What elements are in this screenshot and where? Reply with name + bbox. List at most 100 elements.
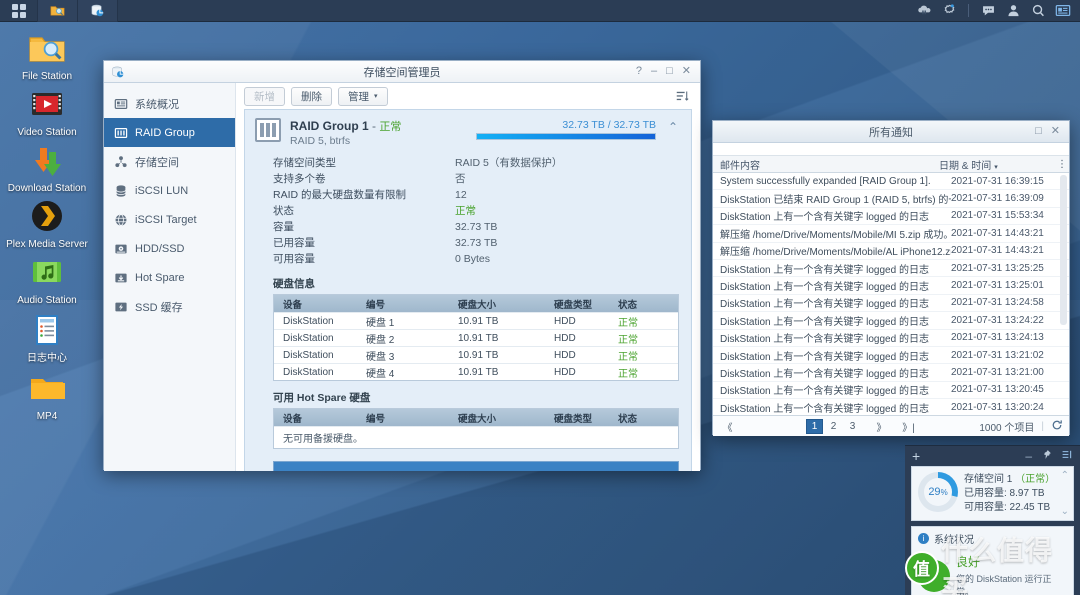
notification-row[interactable]: DiskStation 上有一个含有关键字 logged 的日志 2021-07-… — [713, 277, 1069, 295]
add-widget-button[interactable]: + — [912, 448, 920, 464]
help-button[interactable]: ? — [636, 66, 642, 77]
notification-row[interactable]: DiskStation 上有一个含有关键字 logged 的日志 2021-07-… — [713, 312, 1069, 330]
notification-scrollbar[interactable] — [1060, 175, 1067, 325]
search-icon[interactable] — [1027, 0, 1049, 22]
notification-datetime: 2021-07-31 13:25:01 — [951, 280, 1044, 292]
refresh-icon[interactable] — [1051, 419, 1063, 434]
maximize-button[interactable]: □ — [1035, 126, 1042, 137]
notification-row[interactable]: DiskStation 上有一个含有关键字 logged 的日志 2021-07-… — [713, 347, 1069, 365]
widget-storage-card[interactable]: 29% 存储空间 1 （正常） 已用容量: 8.97 TB 可用容量: 22.4… — [911, 466, 1074, 521]
sidebar-item-hot-spare[interactable]: Hot Spare — [104, 263, 235, 292]
maximize-button[interactable]: □ — [666, 66, 673, 77]
desktop-icon-audio-station[interactable]: Audio Station — [3, 252, 91, 307]
next-page-button[interactable]: 》 — [873, 419, 890, 434]
notification-row[interactable]: System successfully expanded [RAID Group… — [713, 173, 1069, 191]
sidebar-item-raid-group[interactable]: RAID Group — [104, 118, 235, 147]
notification-list[interactable]: System successfully expanded [RAID Group… — [713, 173, 1069, 415]
notification-row[interactable]: DiskStation 上有一个含有关键字 logged 的日志 2021-07-… — [713, 208, 1069, 226]
minimize-button[interactable]: – — [1025, 449, 1032, 463]
create-button[interactable]: 新增 — [244, 86, 285, 106]
close-button[interactable]: ✕ — [682, 66, 691, 77]
upload-pause-icon[interactable] — [913, 0, 935, 22]
remove-button[interactable]: 删除 — [291, 86, 332, 106]
column-header-status: 状态 — [618, 299, 638, 311]
page-button-2[interactable]: 2 — [825, 419, 842, 434]
notification-message: DiskStation 上有一个含有关键字 logged 的日志 — [720, 212, 929, 224]
notification-datetime: 2021-07-31 13:20:24 — [951, 401, 1044, 413]
column-header-size: 硬盘大小 — [458, 413, 497, 425]
taskbar-app-storage-manager[interactable] — [78, 0, 118, 22]
table-row[interactable]: DiskStation 硬盘 2 10.91 TB HDD 正常 — [274, 329, 678, 346]
column-menu-icon[interactable]: ⋮ — [1057, 159, 1069, 170]
desktop-icon-video-station[interactable]: Video Station — [3, 84, 91, 139]
page-button-1[interactable]: 1 — [806, 418, 823, 434]
sidebar-item-iscsi-lun[interactable]: iSCSI LUN — [104, 176, 235, 205]
first-page-button[interactable]: 《 — [719, 419, 736, 434]
main-menu-button[interactable] — [0, 0, 38, 22]
sidebar-item-storage-pool[interactable]: 存储空间 — [104, 147, 235, 176]
page-button-3[interactable]: 3 — [844, 419, 861, 434]
column-header-message[interactable]: 邮件内容 — [713, 157, 939, 172]
desktop-icon-plex[interactable]: Plex Media Server — [3, 196, 91, 251]
music-note-icon — [27, 252, 67, 292]
close-button[interactable]: ✕ — [1051, 126, 1060, 137]
disk-table-header: 设备 编号 硬盘大小 硬盘类型 状态 — [274, 295, 678, 312]
desktop-icon-download-station[interactable]: Download Station — [3, 140, 91, 195]
gear-icon[interactable] — [938, 0, 960, 22]
notification-row[interactable]: 解压缩 /home/Drive/Moments/Mobile/AL iPhone… — [713, 243, 1069, 260]
notification-row[interactable]: 解压缩 /home/Drive/Moments/Mobile/MI 5.zip … — [713, 225, 1069, 243]
raid-group-title: RAID Group 1 - 正常 — [290, 118, 401, 134]
sidebar-item-overview[interactable]: 系统概况 — [104, 89, 235, 118]
cell-status: 正常 — [618, 317, 638, 329]
sidebar-item-iscsi-target[interactable]: iSCSI Target — [104, 205, 235, 234]
chevron-up-icon[interactable]: ⌃ — [1061, 470, 1069, 481]
pin-icon[interactable] — [1041, 449, 1052, 463]
notification-row[interactable]: DiskStation 上有一个含有关键字 logged 的日志 2021-07-… — [713, 382, 1069, 400]
notification-titlebar[interactable]: 所有通知 □ ✕ — [713, 121, 1069, 143]
chevron-up-icon[interactable]: ⌃ — [665, 118, 681, 134]
notification-row[interactable]: DiskStation 上有一个含有关键字 logged 的日志 2021-07-… — [713, 399, 1069, 415]
table-row[interactable]: DiskStation 硬盘 4 10.91 TB HDD 正常 — [274, 363, 678, 380]
notification-row[interactable]: DiskStation 上有一个含有关键字 logged 的日志 2021-07-… — [713, 364, 1069, 382]
storage-content-scroll[interactable]: RAID Group 1 - 正常 RAID 5, btrfs 32.73 TB… — [236, 109, 700, 471]
globe-icon — [113, 212, 128, 227]
notification-message: DiskStation 上有一个含有关键字 logged 的日志 — [720, 264, 929, 276]
storage-manager-icon — [104, 65, 125, 79]
storage-main-pane: 新增 删除 管理 ▾ RAID Group 1 - 正常 RAID 5, btr… — [236, 83, 700, 471]
cell-size: 10.91 TB — [458, 366, 499, 378]
list-options-icon[interactable] — [672, 87, 692, 105]
collapse-icon[interactable] — [1061, 449, 1073, 463]
notification-message: DiskStation 上有一个含有关键字 logged 的日志 — [720, 368, 929, 380]
widget-health-card[interactable]: i 系统状况 ✓ 良好 您的 DiskStation 运行正常。 — [911, 526, 1074, 595]
notification-row[interactable]: DiskStation 上有一个含有关键字 logged 的日志 2021-07-… — [713, 260, 1069, 278]
table-row[interactable]: DiskStation 硬盘 1 10.91 TB HDD 正常 — [274, 312, 678, 329]
notification-window: 所有通知 □ ✕ 邮件内容 日期 & 时间 ▾ ⋮ System successf… — [712, 120, 1070, 436]
sidebar-item-label: Hot Spare — [135, 271, 185, 284]
storage-window-titlebar[interactable]: 存储空间管理员 ? – □ ✕ — [104, 61, 700, 83]
donut-percent: 29 — [928, 486, 941, 498]
sidebar-item-ssd-cache[interactable]: SSD 缓存 — [104, 292, 235, 321]
notification-row[interactable]: DiskStation 上有一个含有关键字 logged 的日志 2021-07-… — [713, 295, 1069, 313]
taskbar-app-file-station[interactable] — [38, 0, 78, 22]
notification-message: DiskStation 上有一个含有关键字 logged 的日志 — [720, 351, 929, 363]
desktop-icon-log-center[interactable]: 日志中心 — [3, 310, 91, 365]
column-header-datetime[interactable]: 日期 & 时间 ▾ — [939, 157, 1057, 172]
user-icon[interactable] — [1002, 0, 1024, 22]
cell-status: 正常 — [618, 368, 638, 380]
chevron-down-icon[interactable]: ⌄ — [1061, 506, 1069, 517]
storage-card-text: 存储空间 1 （正常） 已用容量: 8.97 TB 可用容量: 22.45 TB — [964, 472, 1055, 515]
chat-icon[interactable] — [977, 0, 999, 22]
cell-device: DiskStation — [283, 315, 334, 327]
notification-row[interactable]: DiskStation 上有一个含有关键字 logged 的日志 2021-07-… — [713, 330, 1069, 347]
notification-row[interactable]: DiskStation 已结束 RAID Group 1 (RAID 5, bt… — [713, 190, 1069, 208]
total-items-label: 1000 个项目 — [979, 422, 1035, 434]
table-row[interactable]: DiskStation 硬盘 3 10.91 TB HDD 正常 — [274, 346, 678, 363]
sidebar-item-hdd-ssd[interactable]: HDD/SSD — [104, 234, 235, 263]
column-header-device: 设备 — [283, 299, 303, 311]
last-page-button[interactable]: 》| — [900, 419, 917, 434]
minimize-button[interactable]: – — [651, 66, 657, 77]
manage-button[interactable]: 管理 ▾ — [338, 86, 388, 106]
desktop-icon-mp4[interactable]: MP4 — [3, 368, 91, 423]
notification-panel-icon[interactable] — [1052, 0, 1074, 22]
desktop-icon-file-station[interactable]: File Station — [3, 28, 91, 83]
